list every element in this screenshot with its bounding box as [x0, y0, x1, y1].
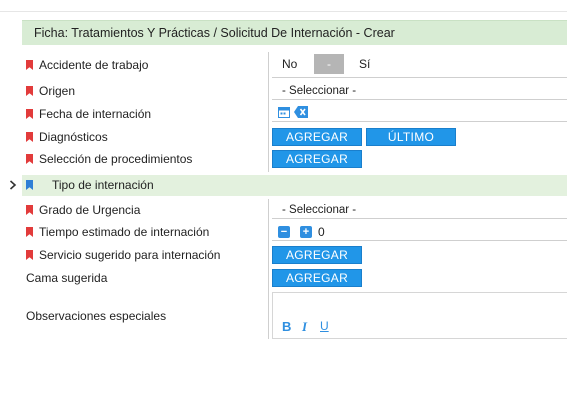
column-divider-top	[268, 52, 269, 172]
required-flag-icon	[26, 250, 33, 260]
procedimientos-label: Selección de procedimientos	[39, 152, 193, 166]
required-flag-icon	[26, 86, 33, 96]
page-title: Ficha: Tratamientos Y Prácticas / Solici…	[34, 26, 395, 40]
clear-date-icon[interactable]	[294, 106, 308, 118]
required-flag-icon	[26, 227, 33, 237]
fecha-label: Fecha de internación	[39, 107, 152, 121]
tipo-label: Tipo de internación	[52, 178, 154, 192]
origen-label: Origen	[39, 84, 76, 98]
toggle-no-label[interactable]: No	[282, 57, 297, 71]
decrement-icon[interactable]: −	[278, 226, 290, 238]
required-flag-icon	[26, 132, 33, 142]
diagnosticos-last-button[interactable]: ÚLTIMO	[366, 128, 456, 146]
increment-icon[interactable]: +	[300, 226, 312, 238]
origen-select[interactable]: - Seleccionar -	[272, 82, 567, 100]
fecha-field	[272, 104, 567, 122]
observaciones-label: Observaciones especiales	[26, 309, 167, 323]
diagnosticos-label: Diagnósticos	[39, 130, 108, 144]
underline-icon[interactable]: U	[320, 319, 329, 333]
required-flag-icon	[26, 205, 33, 215]
servicio-label: Servicio sugerido para internación	[39, 248, 221, 262]
cama-label: Cama sugerida	[26, 271, 108, 285]
required-flag-icon	[26, 154, 33, 164]
urgencia-label: Grado de Urgencia	[39, 203, 141, 217]
page-header: Ficha: Tratamientos Y Prácticas / Solici…	[22, 20, 567, 45]
required-flag-icon	[26, 109, 33, 119]
tiempo-field	[272, 222, 567, 241]
italic-icon[interactable]: I	[302, 319, 307, 335]
observaciones-editor[interactable]	[272, 292, 567, 339]
diagnosticos-add-button[interactable]: AGREGAR	[272, 128, 362, 146]
accidente-label: Accidente de trabajo	[39, 58, 149, 72]
tiempo-value[interactable]: 0	[318, 225, 325, 239]
required-flag-icon	[26, 60, 33, 70]
top-divider	[0, 11, 567, 12]
servicio-add-button[interactable]: AGREGAR	[272, 246, 362, 264]
column-divider-bottom	[268, 199, 269, 339]
chevron-right-icon[interactable]	[9, 180, 17, 190]
procedimientos-add-button[interactable]: AGREGAR	[272, 150, 362, 168]
bold-icon[interactable]: B	[282, 319, 291, 334]
cama-add-button[interactable]: AGREGAR	[272, 269, 362, 287]
calendar-icon[interactable]	[278, 106, 290, 118]
urgencia-select[interactable]: - Seleccionar -	[272, 201, 567, 219]
toggle-si-label[interactable]: Sí	[359, 57, 370, 71]
accidente-toggle[interactable]: -	[314, 54, 344, 74]
tiempo-label: Tiempo estimado de internación	[39, 225, 210, 239]
